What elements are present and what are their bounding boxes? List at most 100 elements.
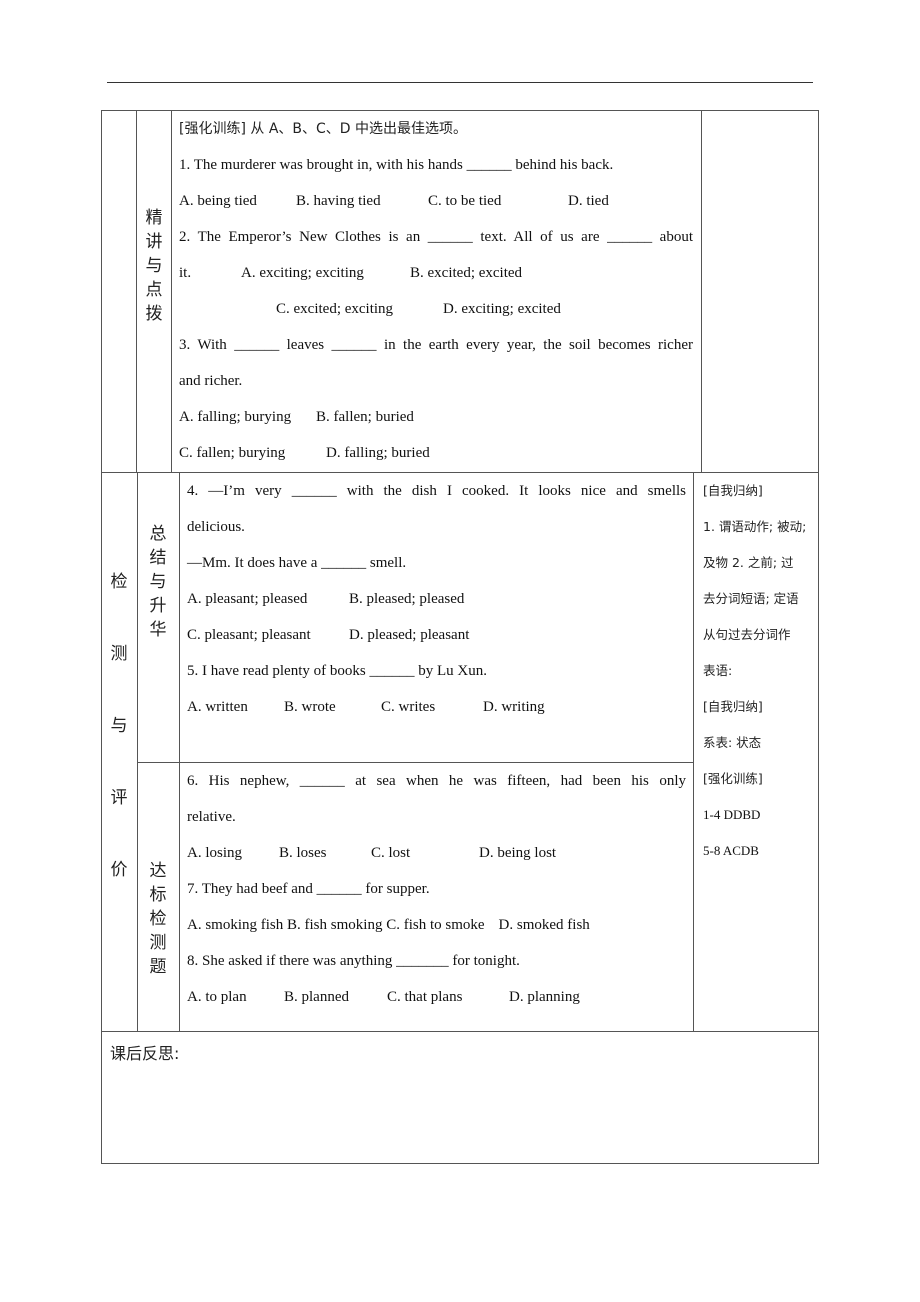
- note-line: [自我归纳]: [703, 699, 763, 714]
- label-char: 评: [110, 788, 128, 808]
- q3-option-c: C. fallen; burying: [179, 445, 286, 461]
- q5-option-d: D. writing: [483, 699, 545, 715]
- question-4-options-row2: C. pleasant; pleasant D. pleased; pleasan…: [187, 617, 686, 653]
- q1-option-d: D. tied: [568, 193, 609, 209]
- top-col3-border: [701, 110, 702, 472]
- q7-option-c: C. fish to smoke: [386, 917, 485, 933]
- q6-option-c: C. lost: [371, 845, 411, 861]
- question-3-options-row2: C. fallen; burying D. falling; buried: [179, 435, 693, 471]
- table-bottom-border: [101, 1163, 819, 1164]
- bottom-col2-border: [179, 472, 180, 1031]
- q5-option-c: C. writes: [381, 699, 436, 715]
- q8-option-a: A. to plan: [187, 989, 247, 1005]
- question-4-stem-line3: —Mm. It does have a ______ smell.: [187, 555, 407, 571]
- q8-option-b: B. planned: [284, 989, 349, 1005]
- sub1-content: 4. —I’m very ______ with the dish I cook…: [187, 473, 686, 725]
- question-4-options-row1: A. pleasant; pleased B. pleased; pleased: [187, 581, 686, 617]
- note-line: 及物 2. 之前; 过: [703, 555, 794, 570]
- question-5-stem: 5. I have read plenty of books ______ by…: [187, 663, 487, 679]
- label-char: 升: [149, 596, 167, 616]
- top-section-content: [强化训练] 从 A、B、C、D 中选出最佳选项。 1. The murdere…: [179, 111, 693, 471]
- q5-option-b: B. wrote: [284, 699, 336, 715]
- q2-option-b: B. excited; excited: [410, 265, 523, 281]
- question-6-options: A. losing B. loses C. lost D. being lost: [187, 835, 686, 871]
- label-char: 价: [110, 860, 128, 880]
- label-char: 测: [149, 933, 167, 953]
- note-line: 表语:: [703, 663, 733, 678]
- exercise-intro: [强化训练] 从 A、B、C、D 中选出最佳选项。: [179, 121, 468, 137]
- table-left-border: [101, 110, 102, 1163]
- label-char: 点: [145, 280, 163, 300]
- question-4-stem-line2: delicious.: [187, 519, 245, 535]
- question-6-stem-line2: relative.: [187, 809, 236, 825]
- bottom-col3-border: [693, 472, 694, 1031]
- label-char: 与: [149, 572, 167, 592]
- q6-option-b: B. loses: [279, 845, 327, 861]
- label-char: 题: [149, 957, 167, 977]
- bottom-col1-border: [137, 472, 138, 1031]
- q7-option-a: A. smoking fish: [187, 917, 284, 933]
- q2-option-d: D. exciting; excited: [443, 301, 561, 317]
- page-header-rule: [107, 82, 813, 83]
- question-8-options: A. to plan B. planned C. that plans D. plan…: [187, 979, 686, 1015]
- q6-option-a: A. losing: [187, 845, 243, 861]
- q3-option-d: D. falling; buried: [326, 445, 430, 461]
- q1-option-c: C. to be tied: [428, 193, 502, 209]
- q4-option-c: C. pleasant; pleasant: [187, 627, 311, 643]
- q3-option-a: A. falling; burying: [179, 409, 292, 425]
- sub2-content: 6. His nephew, ______ at sea when he was…: [187, 763, 686, 1015]
- label-char: 达: [149, 861, 167, 881]
- label-char: 检: [110, 572, 128, 592]
- question-2-line2: it. A. exciting; exciting B. excited; exci…: [179, 255, 693, 291]
- question-3-stem-line1: 3. With ______ leaves ______ in the eart…: [179, 337, 693, 353]
- note-line: 1. 谓语动作; 被动;: [703, 519, 807, 534]
- q1-option-a: A. being tied: [179, 193, 257, 209]
- q2-stem-line2: it.: [179, 265, 192, 281]
- label-char: 检: [149, 909, 167, 929]
- q2-option-c: C. excited; exciting: [276, 301, 394, 317]
- label-zongjie-yu-shenghua: 总 结 与 升 华: [144, 522, 172, 642]
- label-jiance-yu-pingjia: 检 测 与 评 价: [106, 570, 132, 930]
- reflection-label: 课后反思:: [110, 1044, 180, 1063]
- question-2-stem-line1: 2. The Emperor’s New Clothes is an _____…: [179, 229, 693, 245]
- side-notes: [自我归纳] 1. 谓语动作; 被动; 及物 2. 之前; 过 去分词短语; 定…: [703, 473, 815, 869]
- reflection-divider: [101, 1031, 819, 1032]
- label-char: 与: [110, 716, 128, 736]
- answer-key-5-8: 5-8 ACDB: [703, 843, 759, 858]
- question-4-stem-line1: 4. —I’m very ______ with the dish I cook…: [187, 483, 686, 499]
- label-char: 标: [149, 885, 167, 905]
- question-6-stem-line1: 6. His nephew, ______ at sea when he was…: [187, 773, 686, 789]
- q5-option-a: A. written: [187, 699, 248, 715]
- note-line: [强化训练]: [703, 771, 763, 786]
- answer-key-1-4: 1-4 DDBD: [703, 807, 761, 822]
- q6-option-d: D. being lost: [479, 845, 557, 861]
- q4-option-d: D. pleased; pleasant: [349, 627, 470, 643]
- q8-option-d: D. planning: [509, 989, 580, 1005]
- top-col1-border: [136, 110, 137, 472]
- q1-option-b: B. having tied: [296, 193, 381, 209]
- note-line: 从句过去分词作: [703, 627, 791, 642]
- note-line: [自我归纳]: [703, 483, 763, 498]
- q7-option-b: B. fish smoking: [287, 917, 383, 933]
- label-char: 与: [145, 256, 163, 276]
- label-dabiao-jiance-ti: 达 标 检 测 题: [144, 859, 172, 979]
- question-7-stem: 7. They had beef and ______ for supper.: [187, 881, 430, 897]
- question-8-stem: 8. She asked if there was anything _____…: [187, 953, 520, 969]
- q4-option-b: B. pleased; pleased: [349, 591, 465, 607]
- q8-option-c: C. that plans: [387, 989, 463, 1005]
- question-1-stem: 1. The murderer was brought in, with his…: [179, 157, 614, 173]
- label-char: 讲: [145, 232, 163, 252]
- q3-option-b: B. fallen; buried: [316, 409, 414, 425]
- note-line: 系表: 状态: [703, 735, 762, 750]
- question-2-options-row2: C. excited; exciting D. exciting; excited: [179, 291, 693, 327]
- table-right-border: [818, 110, 819, 1163]
- q4-option-a: A. pleasant; pleased: [187, 591, 308, 607]
- question-5-options: A. written B. wrote C. writes D. writing: [187, 689, 686, 725]
- question-3-options-row1: A. falling; burying B. fallen; buried: [179, 399, 693, 435]
- label-jingjiang-yu-dianbo: 精 讲 与 点 拨: [141, 206, 167, 326]
- question-3-stem-line2: and richer.: [179, 373, 243, 389]
- q2-option-a: A. exciting; exciting: [241, 265, 364, 281]
- label-char: 精: [145, 208, 163, 228]
- label-char: 华: [149, 620, 167, 640]
- top-col2-border: [171, 110, 172, 472]
